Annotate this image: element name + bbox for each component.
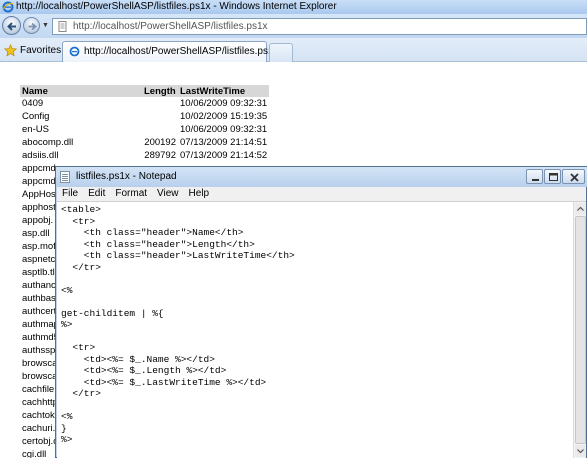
close-button[interactable] (562, 169, 585, 184)
menu-help[interactable]: Help (184, 187, 215, 201)
cell-name: 0409 (22, 98, 44, 109)
cell-length (142, 123, 178, 136)
navigation-bar: ▼ http://localhost/PowerShellASP/listfil… (0, 14, 587, 38)
notepad-editor[interactable]: <table> <tr> <th class="header">Name</th… (57, 201, 586, 458)
menu-edit[interactable]: Edit (83, 187, 110, 201)
scroll-down-icon (577, 449, 584, 454)
cell-lastwritetime: 10/06/2009 09:32:31 (180, 124, 268, 135)
menu-view[interactable]: View (152, 187, 184, 201)
maximize-button[interactable] (544, 169, 561, 184)
vertical-scrollbar[interactable] (573, 202, 586, 458)
column-header-name: Name (20, 85, 142, 97)
table-header-row: Name Length LastWriteTime (20, 85, 270, 97)
cell-length (142, 97, 178, 110)
page-icon (58, 21, 67, 32)
cell-length: 289792 (144, 150, 176, 161)
column-header-lastwritetime: LastWriteTime (178, 85, 270, 97)
cell-length: 200192 (144, 137, 176, 148)
scroll-thumb[interactable] (575, 216, 586, 444)
back-button[interactable] (2, 16, 21, 35)
notepad-title: listfiles.ps1x - Notepad (76, 171, 177, 182)
scroll-down-button[interactable] (575, 445, 586, 457)
window-title: http://localhost/PowerShellASP/listfiles… (16, 1, 337, 12)
cell-name: Config (22, 111, 50, 122)
close-icon (570, 173, 579, 182)
cell-name: abocomp.dll (22, 137, 74, 148)
maximize-icon (549, 173, 558, 181)
favorites-bar: Favorites http://localhost/PowerShellASP… (0, 38, 587, 62)
ie-logo-icon (2, 1, 14, 13)
cell-lastwritetime: 07/13/2009 21:14:52 (180, 150, 268, 161)
ie-page-icon (69, 46, 80, 57)
favorites-label: Favorites (20, 44, 62, 56)
forward-arrow-icon (28, 22, 37, 31)
menu-format[interactable]: Format (110, 187, 152, 201)
table-row: abocomp.dll 200192 07/13/2009 21:14:51 (20, 136, 269, 149)
notepad-menu-bar: File Edit Format View Help (57, 187, 586, 201)
notepad-icon (60, 171, 70, 183)
favorites-button[interactable]: Favorites (4, 42, 61, 58)
new-tab-button[interactable] (269, 43, 293, 62)
address-bar[interactable]: http://localhost/PowerShellASP/listfiles… (52, 18, 587, 35)
ie-title-bar: http://localhost/PowerShellASP/listfiles… (0, 0, 587, 14)
menu-file[interactable]: File (57, 187, 83, 201)
cell-name: en-US (22, 124, 49, 135)
forward-button[interactable] (23, 17, 40, 34)
favorites-star-icon (4, 43, 17, 57)
scroll-up-icon (577, 206, 584, 211)
notepad-window: listfiles.ps1x - Notepad File Edit Forma… (55, 166, 587, 458)
cell-length (142, 110, 178, 123)
notepad-text[interactable]: <table> <tr> <th class="header">Name</th… (61, 204, 572, 458)
cell-lastwritetime: 10/02/2009 15:19:35 (180, 111, 268, 122)
table-row: 0409 10/06/2009 09:32:31 (20, 97, 269, 110)
tab-label: http://localhost/PowerShellASP/listfiles… (84, 46, 279, 57)
minimize-icon (532, 179, 539, 181)
table-row: Config 10/02/2009 15:19:35 (20, 110, 269, 123)
cell-name: adsiis.dll (22, 150, 59, 161)
cell-lastwritetime: 10/06/2009 09:32:31 (180, 98, 268, 109)
back-arrow-icon (7, 22, 16, 31)
cell-lastwritetime: 07/13/2009 21:14:51 (180, 137, 268, 148)
address-text: http://localhost/PowerShellASP/listfiles… (73, 21, 268, 32)
minimize-button[interactable] (526, 169, 543, 184)
column-header-length: Length (142, 85, 178, 97)
scroll-up-button[interactable] (575, 203, 586, 215)
notepad-title-bar[interactable]: listfiles.ps1x - Notepad (56, 167, 587, 187)
table-row: adsiis.dll 289792 07/13/2009 21:14:52 (20, 149, 269, 162)
table-row: en-US 10/06/2009 09:32:31 (20, 123, 269, 136)
tab-listfiles[interactable]: http://localhost/PowerShellASP/listfiles… (62, 41, 279, 62)
history-dropdown-icon[interactable]: ▼ (42, 22, 49, 29)
